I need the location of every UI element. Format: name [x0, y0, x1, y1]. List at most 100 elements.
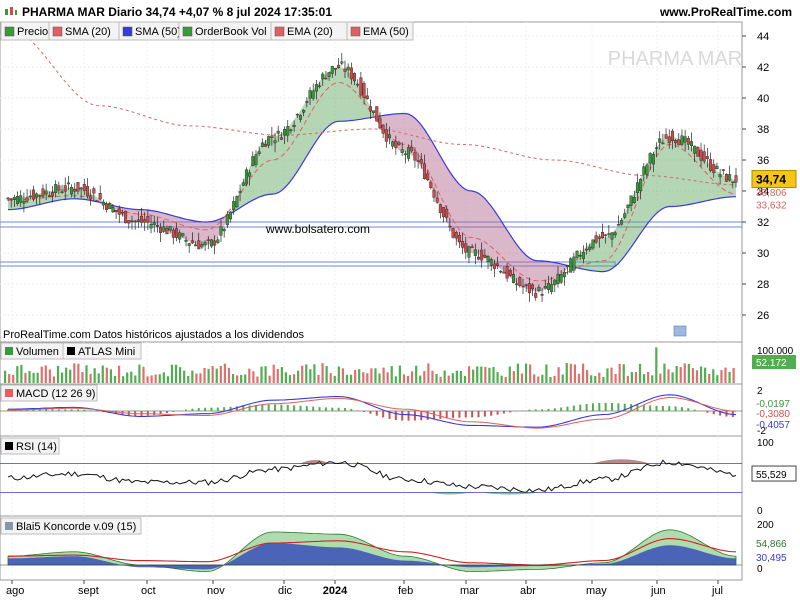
time-tick-label: feb — [398, 585, 413, 597]
volume-bar — [642, 374, 646, 383]
volume-bar — [40, 366, 43, 383]
volume-bar — [504, 376, 507, 383]
volume-legend-swatch — [5, 347, 13, 355]
volume-bar — [683, 363, 686, 383]
candle-body — [651, 154, 655, 165]
volume-bar — [77, 363, 80, 383]
candle-body — [486, 256, 490, 262]
time-axis: ago sept oct nov dic 2024 feb mar abr may jun jul — [6, 580, 723, 597]
candle-body — [581, 252, 585, 259]
candle-body — [251, 156, 255, 167]
legend-item-4[interactable]: EMA (20) — [270, 21, 348, 41]
volume-bar — [415, 365, 418, 383]
volume-bar — [651, 375, 654, 383]
legend-item-1[interactable]: SMA (20) — [48, 21, 120, 41]
candle-body — [728, 174, 732, 181]
volume-bar — [500, 375, 503, 383]
candle-body — [655, 147, 659, 149]
macd-histogram-bar — [70, 409, 73, 411]
volume-bar — [618, 363, 621, 383]
candle-body — [489, 259, 493, 266]
legend-item-0[interactable]: Precio — [0, 21, 50, 41]
macd-histogram-bar — [172, 411, 175, 412]
volume-bar — [581, 363, 585, 383]
candle-body — [95, 200, 99, 203]
candle-body — [645, 164, 649, 175]
volume-bar — [614, 373, 617, 383]
candle-body — [79, 187, 83, 190]
volume-bar — [691, 368, 695, 383]
volume-bar — [211, 366, 214, 383]
candle-body — [432, 189, 436, 198]
time-tick-label: sept — [78, 585, 99, 597]
candle-body — [6, 197, 10, 200]
macd-histogram-bar — [216, 407, 219, 411]
macd-histogram-bar — [356, 410, 359, 411]
macd-histogram-bar — [591, 403, 594, 411]
footnote: ProRealTime.com Datos históricos ajustad… — [3, 329, 305, 341]
volume-bar — [679, 367, 682, 383]
candle-body — [639, 178, 643, 192]
candle-body — [616, 224, 620, 226]
legend-item-3[interactable]: OrderBook Vol — [178, 21, 272, 41]
candle-body — [101, 201, 105, 206]
macd-histogram-bar — [76, 409, 79, 411]
volume-bar — [260, 366, 263, 383]
candle-body — [31, 189, 35, 200]
koncorde-green-area — [7, 529, 737, 573]
macd-histogram-bar — [432, 411, 435, 420]
volume-bar — [32, 372, 35, 383]
candle-body — [152, 222, 156, 226]
candle-body — [445, 208, 449, 218]
macd-histogram-bar — [560, 407, 563, 411]
candle-body — [550, 284, 554, 292]
candle-body — [143, 219, 147, 223]
volume-bar — [240, 374, 243, 383]
volume-bar — [162, 372, 165, 383]
volume-bar — [439, 376, 442, 383]
volume-bar — [28, 370, 31, 383]
volume-bar — [586, 370, 589, 383]
candle-body — [232, 201, 236, 211]
volume-bar — [187, 375, 190, 383]
volume-panel: Volumen ATLAS Mini 100.00052.172 — [0, 342, 796, 383]
price-tick-label: 42 — [757, 62, 769, 74]
volume-bar — [431, 370, 434, 383]
candle-body — [222, 228, 226, 232]
macd-histogram-bar — [579, 404, 582, 411]
volume-bar — [529, 364, 532, 383]
candle-body — [594, 235, 598, 243]
macd-histogram-bar — [528, 409, 531, 411]
candle-body — [219, 226, 223, 236]
candle-body — [556, 273, 560, 284]
volume-bar — [325, 366, 328, 383]
candle-body — [333, 68, 337, 70]
candle-body — [705, 156, 709, 159]
candle-body — [63, 185, 67, 192]
legend-swatch — [4, 26, 15, 37]
candle-body — [492, 263, 496, 269]
macd-histogram-bar — [477, 411, 480, 418]
volume-bar — [101, 365, 104, 383]
rsi-tick: 0 — [757, 506, 763, 517]
candle-body — [391, 141, 395, 147]
legend-item-5[interactable]: EMA (50) — [346, 21, 414, 41]
candle-body — [648, 153, 652, 164]
volume-bar — [65, 367, 68, 383]
last-price-label: 34,74 — [756, 173, 786, 187]
candle-body — [664, 134, 668, 139]
macd-histogram-bar — [566, 406, 569, 411]
candle-body — [133, 220, 137, 223]
candle-body — [76, 182, 80, 192]
volume-bar — [105, 367, 108, 383]
macd-legend-swatch — [5, 389, 13, 397]
volume-bar — [533, 374, 536, 383]
candle-body — [553, 279, 557, 286]
koncorde-label: Blai5 Koncorde v.09 (15) — [16, 521, 136, 533]
candle-body — [518, 277, 522, 287]
volume-bar — [313, 364, 316, 383]
time-tick-label: abr — [520, 585, 536, 597]
rsi-oversold-area — [480, 492, 540, 495]
legend-item-2[interactable]: SMA (50) — [118, 21, 181, 41]
volume-bar — [480, 366, 483, 383]
